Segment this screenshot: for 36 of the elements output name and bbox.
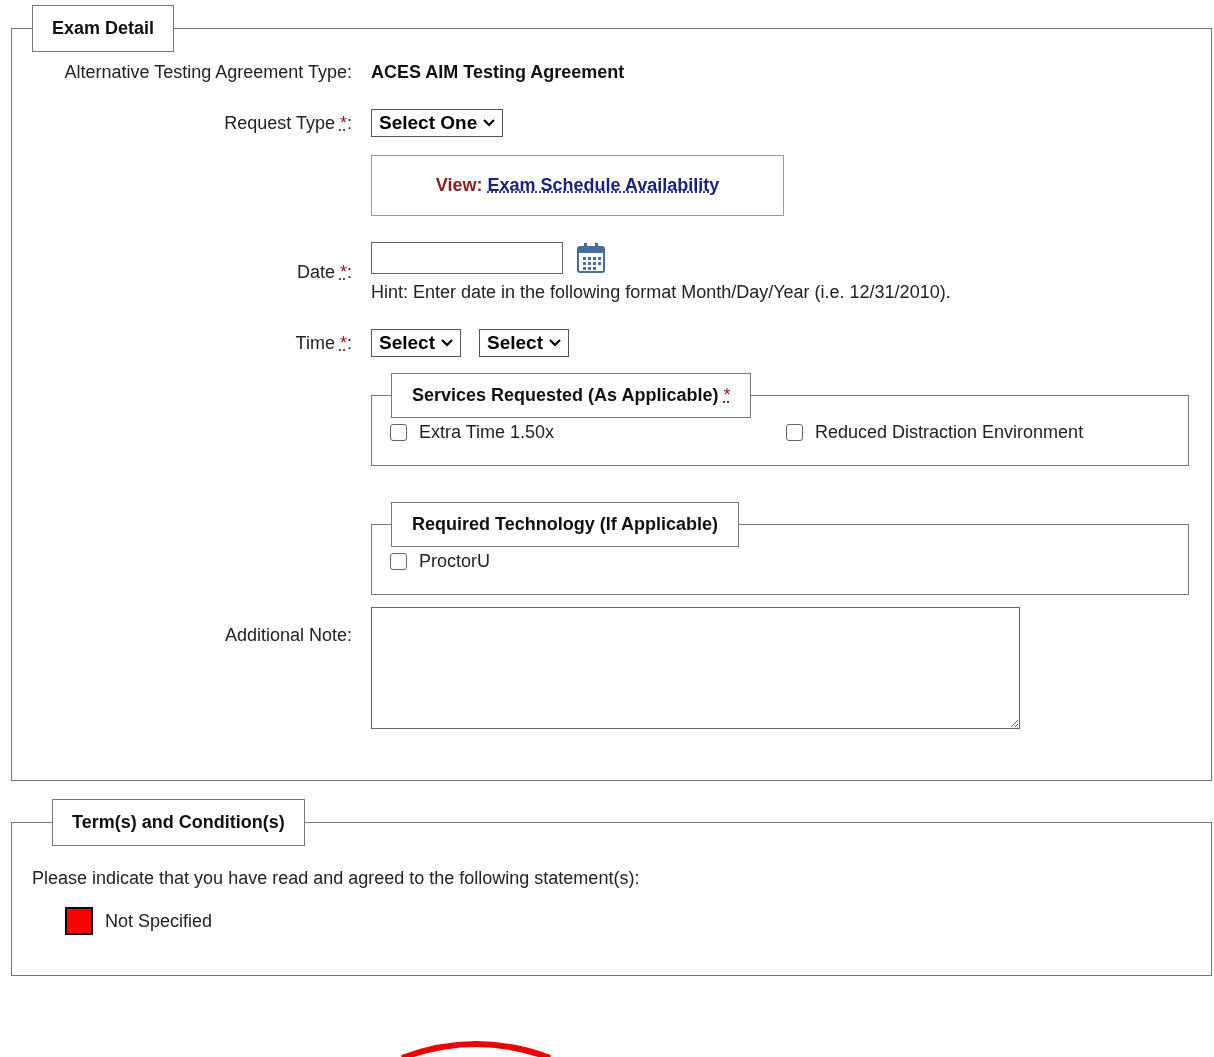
required-mark: *: [723, 385, 731, 405]
schedule-link[interactable]: Exam Schedule Availability: [487, 175, 720, 196]
instruction-text: Please indicate that you have read and agreed to the following statement(s):: [32, 868, 641, 889]
field-label: Additional Note:: [223, 624, 352, 646]
label-colon: :: [347, 112, 352, 133]
required-mark: *: [339, 332, 347, 353]
checkbox[interactable]: [390, 553, 407, 570]
date-input[interactable]: [371, 242, 563, 274]
checkbox[interactable]: [786, 424, 803, 441]
chevron-icon: [441, 339, 453, 347]
request-type-select[interactable]: Select One: [371, 109, 504, 137]
chevron-icon: [483, 119, 496, 127]
required-mark: *: [339, 112, 347, 133]
checkbox[interactable]: [390, 424, 407, 441]
chevron-icon: [548, 339, 561, 347]
checkbox-label: ProctorU: [419, 551, 490, 572]
checkbox-label: Reduced Distraction Environment: [815, 422, 1084, 443]
time-select[interactable]: Select: [479, 329, 569, 357]
label-colon: :: [347, 332, 352, 353]
view-label: View:: [435, 175, 483, 196]
status-text: Not Specified: [105, 910, 213, 932]
group-legend: Services Requested (As Applicable): [412, 385, 719, 405]
group-legend: Required Technology (If Applicable): [412, 514, 719, 534]
field-value: ACES AIM Testing Agreement: [371, 62, 626, 83]
field-label: Date: [296, 262, 335, 282]
field-label: Time: [295, 332, 335, 353]
hint-text: Hint: Enter date in the following format Month/Day/Year (i.e. 12/31/2010).: [371, 282, 952, 303]
section-legend: Exam Detail: [32, 5, 175, 52]
label-colon: :: [347, 262, 352, 282]
field-label: Request Type: [224, 112, 335, 133]
checkbox-label: Extra Time 1.50x: [419, 422, 555, 443]
section-legend: Term(s) and Condition(s): [52, 799, 305, 846]
time-select[interactable]: Select: [371, 329, 461, 357]
required-mark: *: [339, 262, 347, 282]
field-label: Alternative Testing Agreement Type:: [63, 62, 352, 83]
calendar-icon[interactable]: [576, 242, 606, 274]
